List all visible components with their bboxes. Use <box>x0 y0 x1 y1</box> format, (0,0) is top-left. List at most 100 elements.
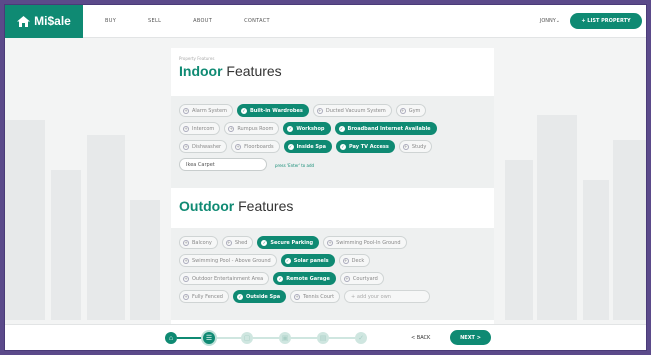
nav-link-sell[interactable]: SELL <box>148 18 161 24</box>
step-5[interactable]: ▤ <box>317 332 329 344</box>
outdoor-header: Outdoor Features <box>171 188 494 228</box>
feature-chip[interactable]: ✓ Built-in Wardrobes <box>236 104 309 117</box>
feature-chip-label: Floorboards <box>244 143 274 150</box>
plus-icon: + <box>342 257 349 264</box>
step-6[interactable]: ✓ <box>355 332 367 344</box>
next-button[interactable]: NEXT > <box>450 330 491 345</box>
feature-chip-label: Outside Spa <box>245 293 281 300</box>
feature-chip-label: Built-in Wardrobes <box>249 107 303 114</box>
step-4[interactable]: ▣ <box>279 332 291 344</box>
breadcrumb: Property Features <box>179 56 215 61</box>
plus-icon: + <box>343 275 350 282</box>
step-1[interactable]: ⌂ <box>165 332 177 344</box>
feature-chip-label: Remote Garage <box>286 275 330 282</box>
step-connector <box>253 337 279 339</box>
feature-chip-label: Swimming Pool - Above Ground <box>192 257 271 264</box>
list-property-button[interactable]: + LIST PROPERTY <box>570 13 642 29</box>
feature-chip[interactable]: + Alarm System <box>179 104 233 117</box>
outdoor-title-bold: Outdoor <box>179 198 235 214</box>
feature-chip-label: Fully Fenced <box>192 293 223 300</box>
list-icon: ☰ <box>205 335 213 342</box>
chip-row: + Fully Fenced ✓ Outside Spa + Tennis Court + … <box>179 290 488 304</box>
feature-chip-label: Pay TV Access <box>348 143 389 150</box>
back-button[interactable]: < BACK <box>411 335 430 341</box>
step-progress: ⌂ ☰ ▢ ▣ ▤ ✓ <box>165 332 380 344</box>
nav-links: BUY SELL ABOUT CONTACT <box>105 18 302 24</box>
step-3[interactable]: ▢ <box>241 332 253 344</box>
feature-chip-label: Solar panels <box>293 257 329 264</box>
plus-icon: + <box>225 239 232 246</box>
feature-chip[interactable]: ✓ Broadband Internet Available <box>334 122 437 135</box>
feature-chip[interactable]: + Gym <box>395 104 427 117</box>
feature-chip[interactable]: ✓ Solar panels <box>280 254 335 267</box>
bg-building <box>5 120 45 320</box>
feature-chip-label: Gym <box>408 107 421 114</box>
feature-chip[interactable]: + Rumpus Room <box>224 122 280 135</box>
bg-building <box>537 115 577 320</box>
feature-chip[interactable]: ✓ Outside Spa <box>232 290 287 303</box>
step-2[interactable]: ☰ <box>203 332 215 344</box>
chip-row: + Swimming Pool - Above Ground ✓ Solar pane… <box>179 254 488 268</box>
feature-chip-label: Swimming Pool-In Ground <box>336 239 401 246</box>
chip-row: + Alarm System ✓ Built-in Wardrobes + Ducted … <box>179 104 488 118</box>
plus-icon: + <box>228 125 235 132</box>
feature-chip[interactable]: + Study <box>398 140 433 153</box>
step-connector <box>291 337 317 339</box>
features-card: Property Features Indoor Features + Alarm… <box>171 48 494 330</box>
nav-link-buy[interactable]: BUY <box>105 18 116 24</box>
feature-chip[interactable]: + Swimming Pool-In Ground <box>323 236 407 249</box>
brand-name: Mi$ale <box>34 14 71 28</box>
check-icon: ✓ <box>287 143 294 150</box>
check-icon: ✓ <box>338 125 345 132</box>
app-frame: Mi$ale BUY SELL ABOUT CONTACT JONNY⌄ + L… <box>5 5 646 350</box>
feature-chip[interactable]: + Floorboards <box>231 140 280 153</box>
feature-chip[interactable]: + Fully Fenced <box>179 290 229 303</box>
feature-chip-label: Balcony <box>192 239 212 246</box>
feature-chip[interactable]: + Balcony <box>179 236 218 249</box>
feature-chip[interactable]: ✓ Secure Parking <box>257 236 320 249</box>
feature-chip[interactable]: + Outdoor Entertainment Area <box>179 272 270 285</box>
add-feature-input[interactable]: + add your own <box>344 290 431 303</box>
feature-chip[interactable]: + Ducted Vacuum System <box>312 104 392 117</box>
indoor-header: Property Features Indoor Features <box>171 48 494 96</box>
nav-link-about[interactable]: ABOUT <box>193 18 212 24</box>
feature-chip[interactable]: ✓ Pay TV Access <box>335 140 395 153</box>
feature-chip[interactable]: + Courtyard <box>339 272 384 285</box>
feature-chip[interactable]: ✓ Workshop <box>283 122 331 135</box>
feature-chip[interactable]: + Intercom <box>179 122 221 135</box>
nav-link-contact[interactable]: CONTACT <box>244 18 270 24</box>
house-icon <box>17 15 31 27</box>
feature-chip-label: Broadband Internet Available <box>347 125 431 132</box>
feature-chip[interactable]: + Dishwasher <box>179 140 228 153</box>
feature-chip[interactable]: + Deck <box>338 254 371 267</box>
user-name: JONNY <box>539 18 556 24</box>
bg-building <box>87 135 125 320</box>
check-icon: ✓ <box>339 143 346 150</box>
chip-row: + Intercom + Rumpus Room ✓ Workshop ✓ Broadband… <box>179 122 488 136</box>
feature-chip[interactable]: + Tennis Court <box>290 290 341 303</box>
feature-chip[interactable]: + Shed <box>221 236 254 249</box>
step-connector <box>329 337 355 339</box>
feature-chip-label: Tennis Court <box>303 293 335 300</box>
user-menu[interactable]: JONNY⌄ <box>540 18 560 24</box>
feature-chip[interactable]: ✓ Inside Spa <box>283 140 332 153</box>
brand-logo[interactable]: Mi$ale <box>5 5 83 38</box>
plus-icon: + <box>327 239 334 246</box>
feature-chip-label: Deck <box>351 257 365 264</box>
feature-chip-label: Ducted Vacuum System <box>325 107 386 114</box>
custom-feature-input[interactable]: Ikea Carpet <box>179 158 267 171</box>
feature-chip-label: Dishwasher <box>192 143 222 150</box>
indoor-title-rest: Features <box>222 63 282 79</box>
feature-chip-label: Intercom <box>192 125 215 132</box>
step-connector <box>215 337 241 339</box>
chip-row: + Outdoor Entertainment Area ✓ Remote Garag… <box>179 272 488 286</box>
check-icon: ✓ <box>261 239 268 246</box>
chip-row: + Balcony + Shed ✓ Secure Parking + Swimming Po… <box>179 236 488 250</box>
bg-building <box>613 140 646 320</box>
feature-chip[interactable]: + Swimming Pool - Above Ground <box>179 254 277 267</box>
feature-chip[interactable]: ✓ Remote Garage <box>273 272 336 285</box>
wizard-footer: ⌂ ☰ ▢ ▣ ▤ ✓ < BACK NEXT > <box>5 324 646 350</box>
feature-chip-label: Workshop <box>296 125 325 132</box>
plus-icon: + <box>183 293 189 300</box>
check-icon: ✓ <box>236 293 243 300</box>
